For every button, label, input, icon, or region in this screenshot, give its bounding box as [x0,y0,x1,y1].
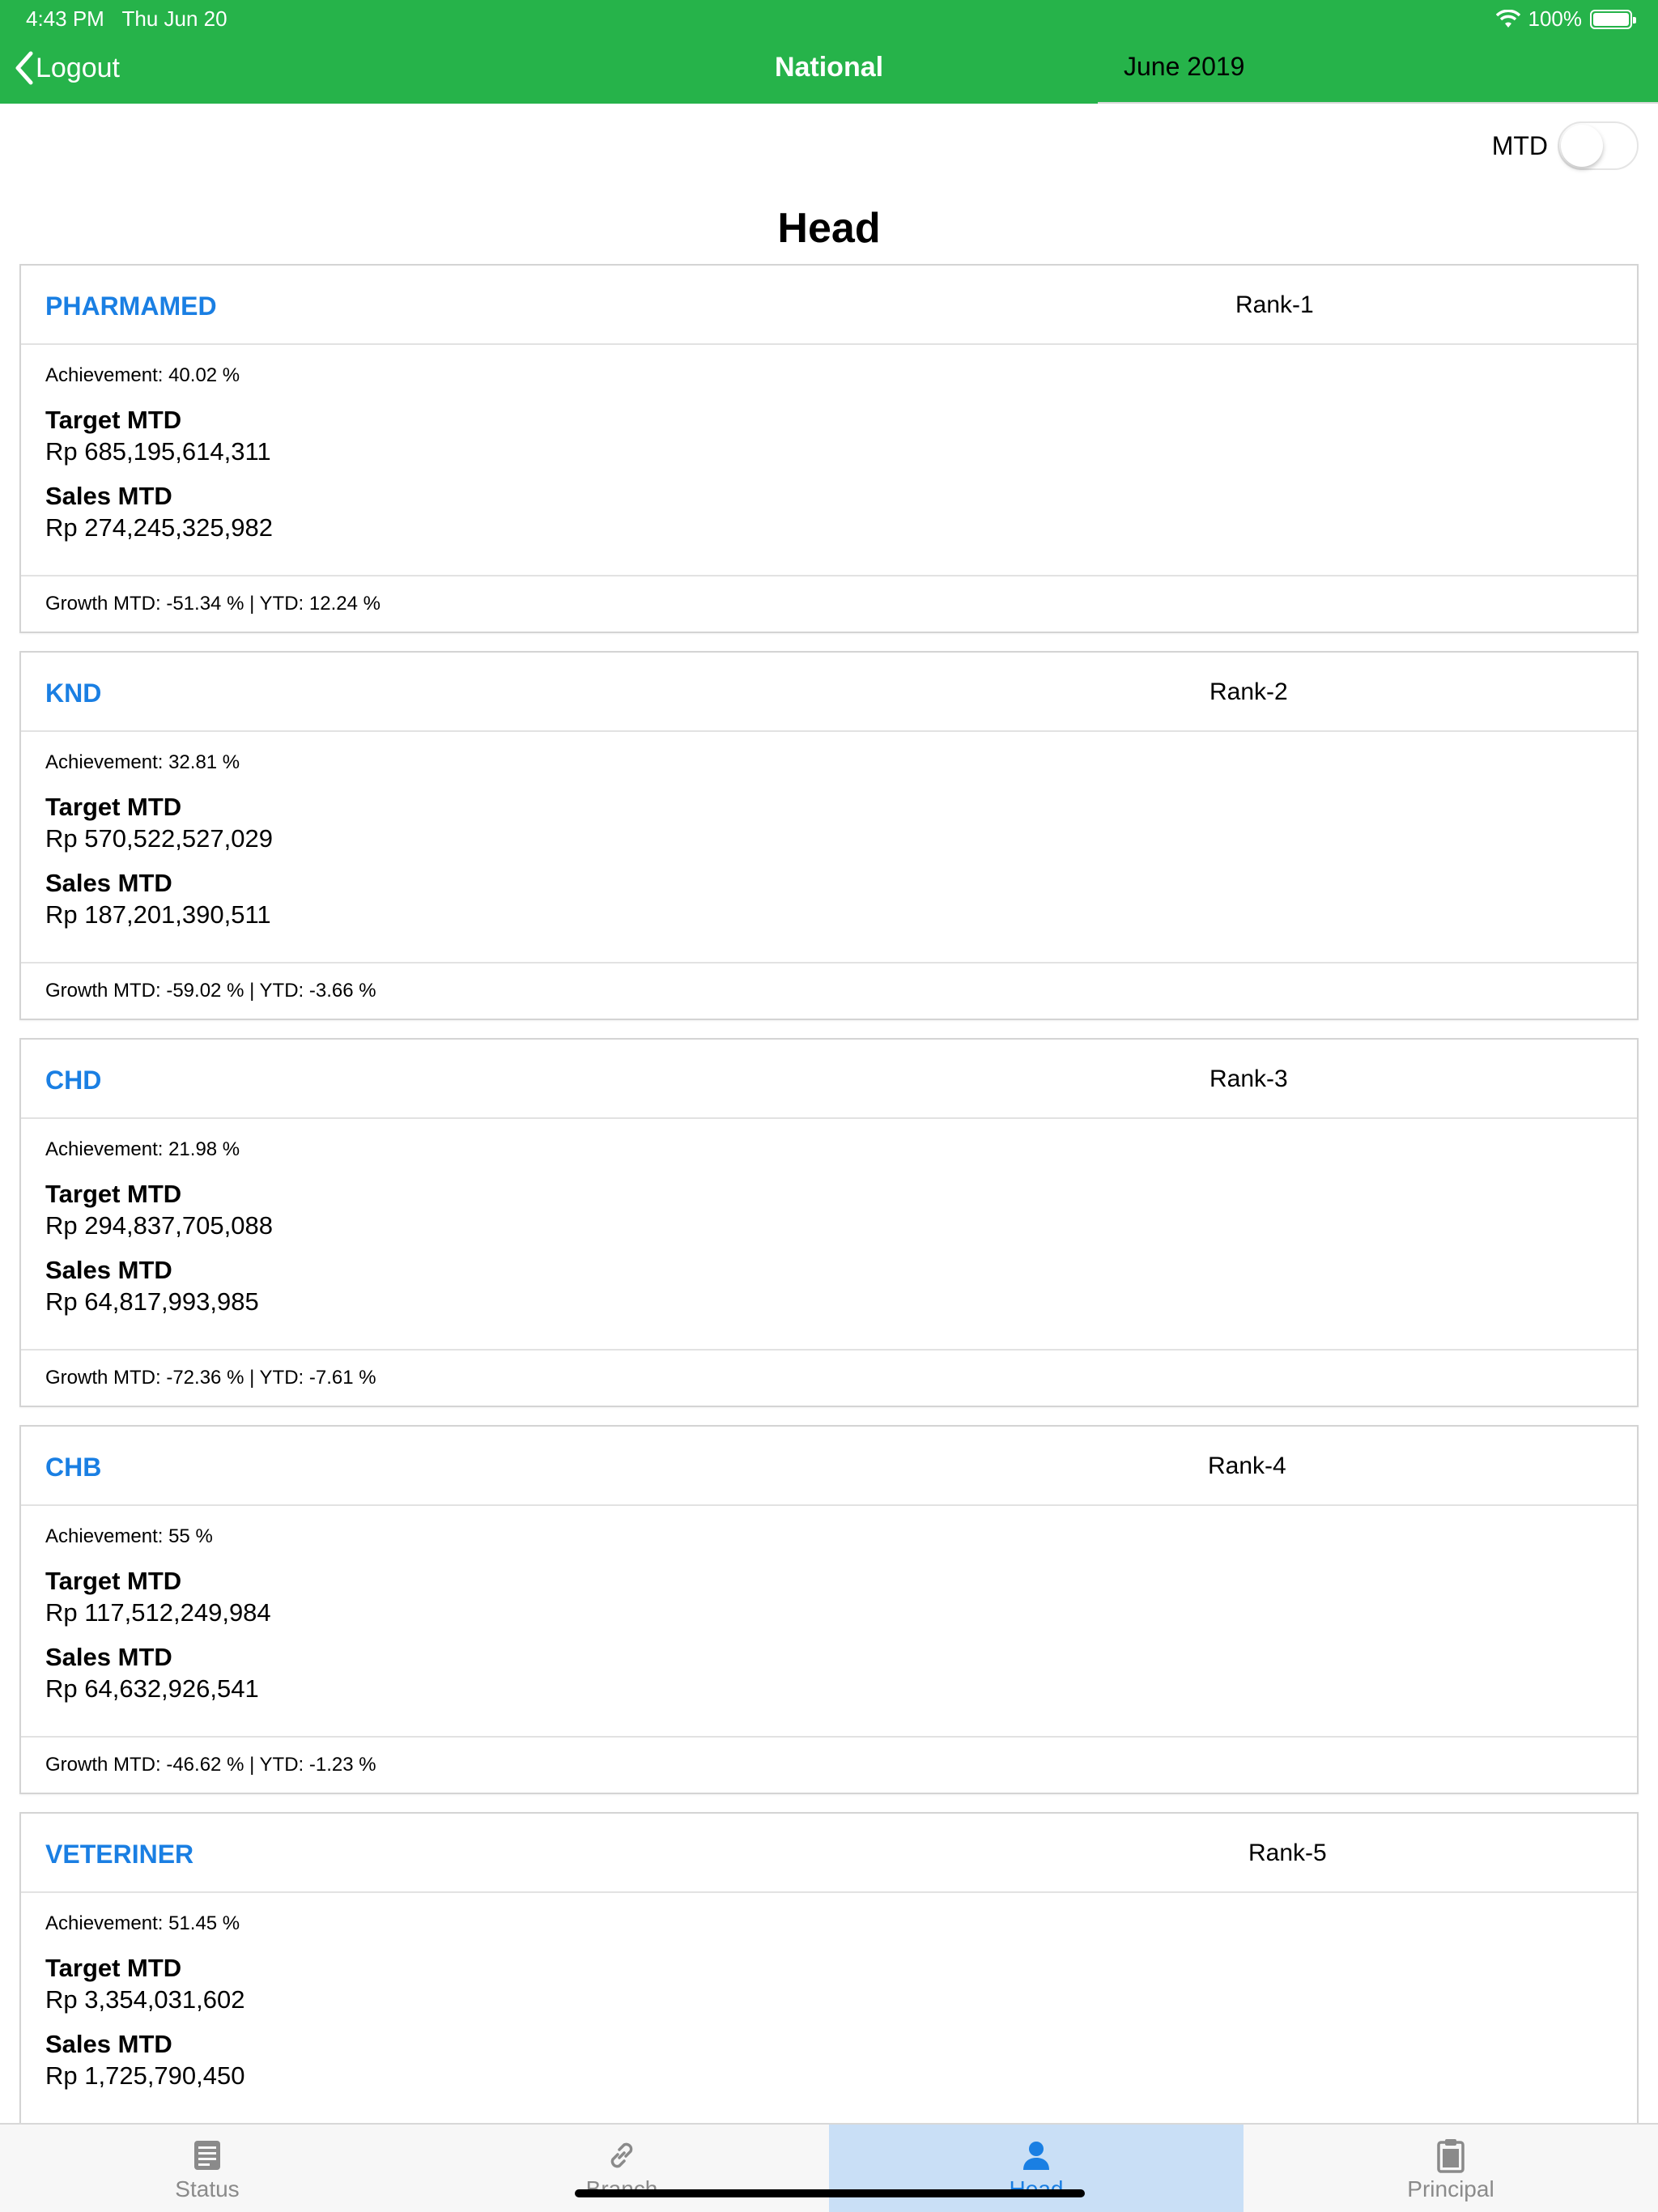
status-indicators: 100% [1495,6,1636,32]
wifi-icon [1495,9,1520,28]
sales-value: Rp 64,632,926,541 [45,1674,259,1703]
division-name: VETERINER [45,1840,194,1869]
division-name: PHARMAMED [45,291,217,321]
division-list: PHARMAMED Rank-1 Achievement: 40.02 % Ta… [19,264,1639,2199]
clock: 4:43 PM [26,6,104,31]
division-card[interactable]: CHB Rank-4 Achievement: 55 % Target MTD … [19,1425,1639,1794]
division-rank: Rank-2 [1209,678,1288,705]
division-rank: Rank-4 [1208,1453,1286,1479]
card-body: Achievement: 55 % Target MTD Rp 117,512,… [21,1506,1637,1738]
sales-value: Rp 274,245,325,982 [45,513,273,542]
achievement-text: Achievement: 32.81 % [45,751,240,773]
division-rank: Rank-5 [1248,1840,1327,1866]
growth-text: Growth MTD: -51.34 % | YTD: 12.24 % [45,593,380,615]
sales-label: Sales MTD [45,869,172,897]
target-value: Rp 685,195,614,311 [45,437,271,466]
division-name: KND [45,678,102,708]
card-body: Achievement: 32.81 % Target MTD Rp 570,5… [21,732,1637,963]
toggle-knob [1561,125,1603,167]
card-header: VETERINER Rank-5 [21,1814,1637,1893]
page-title: Head [777,205,881,252]
card-body: Achievement: 21.98 % Target MTD Rp 294,8… [21,1119,1637,1351]
sales-label: Sales MTD [45,1643,172,1671]
clipboard-icon [1437,2139,1465,2173]
mtd-toggle[interactable] [1558,121,1639,170]
target-value: Rp 294,837,705,088 [45,1211,273,1240]
growth-text: Growth MTD: -72.36 % | YTD: -7.61 % [45,1367,376,1389]
sales-value: Rp 1,725,790,450 [45,2061,245,2090]
tab-bar: Status Branch Head [0,2123,1658,2212]
person-icon [1023,2142,1049,2170]
division-rank: Rank-3 [1209,1066,1288,1092]
tab-head[interactable]: Head [829,2125,1244,2212]
achievement-text: Achievement: 55 % [45,1525,213,1547]
target-label: Target MTD [45,406,182,434]
mtd-toggle-row: MTD [1492,121,1639,170]
card-header: CHB Rank-4 [21,1427,1637,1506]
battery-percent: 100% [1528,6,1583,31]
target-label: Target MTD [45,1954,182,1982]
target-value: Rp 117,512,249,984 [45,1598,271,1627]
card-body: Achievement: 40.02 % Target MTD Rp 685,1… [21,345,1637,576]
tab-principal[interactable]: Principal [1244,2125,1658,2212]
division-card[interactable]: CHD Rank-3 Achievement: 21.98 % Target M… [19,1038,1639,1407]
division-rank: Rank-1 [1235,291,1314,318]
sales-label: Sales MTD [45,2030,172,2058]
achievement-text: Achievement: 40.02 % [45,364,240,386]
target-label: Target MTD [45,1180,182,1208]
division-name: CHB [45,1453,102,1482]
app-screen: 4:43 PM Thu Jun 20 100% Logout National … [0,0,1658,2212]
achievement-text: Achievement: 21.98 % [45,1138,240,1160]
growth-text: Growth MTD: -46.62 % | YTD: -1.23 % [45,1754,376,1776]
home-indicator [575,2189,1085,2197]
sales-label: Sales MTD [45,1256,172,1284]
sales-label: Sales MTD [45,482,172,510]
tab-branch[interactable]: Branch [414,2125,829,2212]
target-value: Rp 570,522,527,029 [45,824,273,853]
sales-value: Rp 187,201,390,511 [45,900,271,929]
sales-value: Rp 64,817,993,985 [45,1287,259,1316]
division-card[interactable]: KND Rank-2 Achievement: 32.81 % Target M… [19,651,1639,1020]
division-name: CHD [45,1066,102,1095]
link-icon [610,2142,633,2168]
card-header: PHARMAMED Rank-1 [21,266,1637,345]
division-card[interactable]: PHARMAMED Rank-1 Achievement: 40.02 % Ta… [19,264,1639,633]
target-value: Rp 3,354,031,602 [45,1985,245,2014]
achievement-text: Achievement: 51.45 % [45,1912,240,1934]
card-header: CHD Rank-3 [21,1040,1637,1119]
month-selector[interactable]: June 2019 [1098,49,1658,104]
target-label: Target MTD [45,793,182,821]
document-icon [194,2141,220,2170]
target-label: Target MTD [45,1567,182,1595]
date: Thu Jun 20 [121,6,227,31]
battery-icon [1590,9,1636,29]
mtd-label: MTD [1491,130,1548,160]
tab-label: Principal [1407,2176,1494,2201]
growth-text: Growth MTD: -59.02 % | YTD: -3.66 % [45,980,376,1002]
card-body: Achievement: 51.45 % Target MTD Rp 3,354… [21,1893,1637,2125]
tab-label: Status [175,2176,240,2201]
tab-status[interactable]: Status [0,2125,414,2212]
nav-bar: 4:43 PM Thu Jun 20 100% Logout National … [0,0,1658,104]
card-header: KND Rank-2 [21,653,1637,732]
status-time: 4:43 PM Thu Jun 20 [26,6,227,32]
